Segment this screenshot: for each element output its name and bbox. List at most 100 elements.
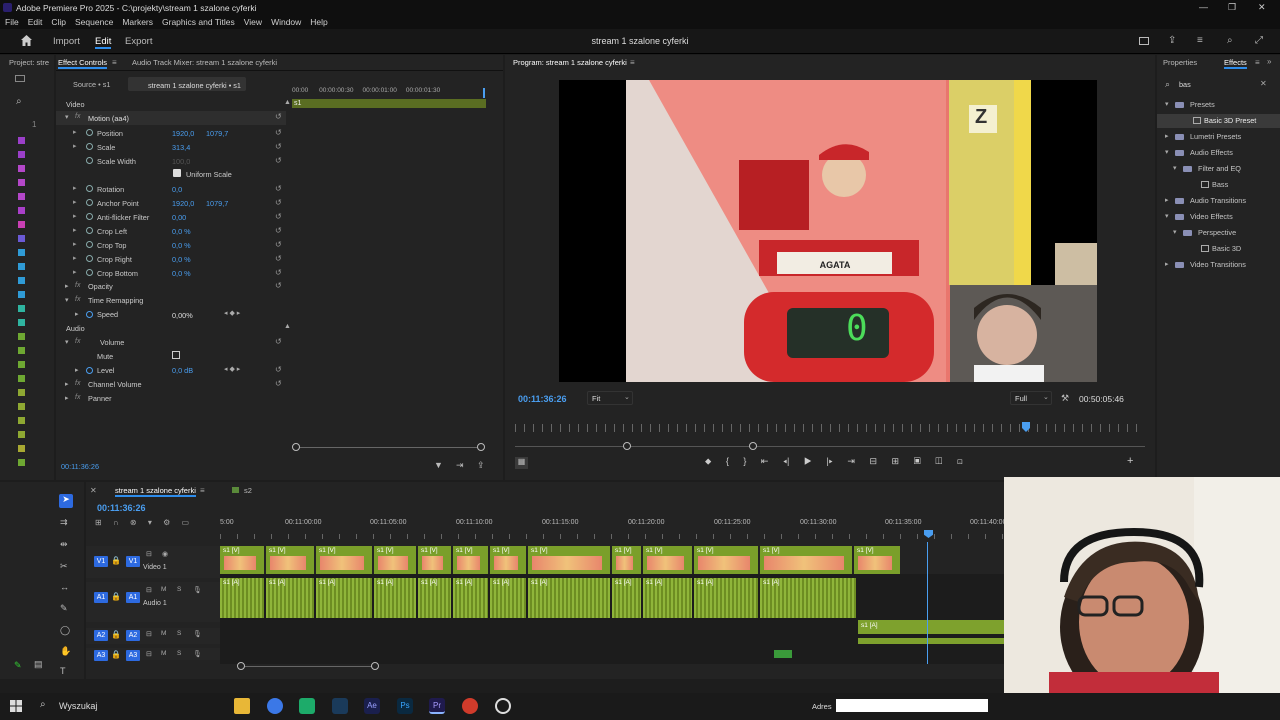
- stopwatch-icon[interactable]: [86, 269, 93, 276]
- expand-icon[interactable]: ▸: [65, 394, 69, 402]
- lift-icon[interactable]: ⊟: [869, 456, 877, 466]
- timeline-timecode[interactable]: 00:11:36:26: [97, 503, 146, 513]
- after-effects-icon[interactable]: Ae: [364, 698, 380, 714]
- ec-zoom-handle-left[interactable]: [292, 443, 300, 451]
- effects-tree-item[interactable]: ▸ Audio Transitions: [1157, 194, 1280, 208]
- property-value[interactable]: 0,0 %: [172, 269, 191, 278]
- expand-icon[interactable]: ▸: [1165, 132, 1169, 140]
- audio-clip[interactable]: [774, 650, 792, 658]
- expand-icon[interactable]: ▸: [73, 226, 77, 234]
- stopwatch-icon[interactable]: [86, 157, 93, 164]
- property-row-scale-width[interactable]: Scale Width 100,0 ↺: [56, 154, 346, 168]
- stopwatch-icon[interactable]: [86, 227, 93, 234]
- track-target[interactable]: A1: [126, 592, 140, 603]
- ec-zoom-handle-right[interactable]: [477, 443, 485, 451]
- property-row-crop-left[interactable]: ▸ Crop Left 0,0 % ↺: [56, 224, 346, 238]
- audio-clip[interactable]: s1 [A]: [374, 578, 416, 618]
- sync-lock-icon[interactable]: ⊟: [146, 550, 152, 558]
- audio-clip[interactable]: s1 [A]: [316, 578, 372, 618]
- expand-icon[interactable]: ▾: [65, 296, 69, 304]
- mute-toggle[interactable]: M: [161, 630, 166, 637]
- reset-icon[interactable]: ↺: [275, 254, 282, 263]
- step-back-icon[interactable]: ◂|: [783, 456, 789, 466]
- panner-label[interactable]: Panner: [88, 394, 112, 403]
- menu-graphics-and-titles[interactable]: Graphics and Titles: [162, 17, 235, 27]
- time-remapping-label[interactable]: Time Remapping: [88, 296, 143, 305]
- steam-icon[interactable]: [332, 698, 348, 714]
- solo-toggle[interactable]: S: [177, 630, 181, 637]
- opacity-label[interactable]: Opacity: [88, 282, 113, 291]
- zoom-handle-right[interactable]: [749, 442, 757, 450]
- audio-clip[interactable]: s1 [A]: [612, 578, 641, 618]
- quality-dropdown[interactable]: Full ⌄: [1010, 391, 1052, 405]
- lock-icon[interactable]: 🔒: [111, 630, 121, 639]
- collapse-icon[interactable]: ▾: [1165, 212, 1169, 220]
- audio-clip[interactable]: s1 [A]: [694, 578, 758, 618]
- effects-tree-item[interactable]: ▾ Presets: [1157, 98, 1280, 112]
- reset-icon[interactable]: ↺: [275, 281, 282, 290]
- track-select-icon[interactable]: ⇉: [60, 517, 72, 529]
- video-clip[interactable]: s1 [V]: [528, 546, 610, 574]
- extract-icon[interactable]: ⊞: [892, 456, 900, 466]
- video-clip[interactable]: s1 [V]: [316, 546, 372, 574]
- play-icon[interactable]: ▶: [804, 456, 812, 466]
- collapse-icon[interactable]: ▾: [1173, 228, 1177, 236]
- timeline-zoom-right[interactable]: [371, 662, 379, 670]
- app-icon[interactable]: [462, 698, 478, 714]
- effects-tree-item[interactable]: Bass: [1157, 178, 1280, 192]
- sync-lock-icon[interactable]: ⊟: [146, 630, 152, 638]
- linked-icon[interactable]: ⊗: [130, 518, 137, 527]
- tab-export[interactable]: Export: [125, 36, 152, 47]
- stopwatch-icon[interactable]: [86, 143, 93, 150]
- panel-menu-icon[interactable]: ≡: [630, 58, 635, 67]
- video-clip[interactable]: s1 [V]: [643, 546, 692, 574]
- text-tool-icon[interactable]: T: [60, 666, 72, 678]
- ripple-edit-icon[interactable]: ⇹: [60, 539, 72, 551]
- effects-search-input[interactable]: bas: [1179, 80, 1191, 89]
- audio-clip[interactable]: s1 [A]: [760, 578, 856, 618]
- expand-icon[interactable]: ▸: [73, 128, 77, 136]
- track-header-v1[interactable]: V1 🔒 V1 ⊟ ◉ Video 1: [86, 546, 220, 578]
- property-value[interactable]: 0,00: [172, 213, 186, 222]
- effects-tree-item[interactable]: ▾ Filter and EQ: [1157, 162, 1280, 176]
- ellipse-icon[interactable]: ◯: [60, 625, 72, 637]
- property-value-2[interactable]: 1079,7: [206, 129, 228, 138]
- collapse-icon[interactable]: ▾: [1165, 148, 1169, 156]
- audio-clip[interactable]: s1 [A]: [220, 578, 264, 618]
- eye-icon[interactable]: ◉: [162, 550, 168, 558]
- close-icon[interactable]: ✕: [1258, 2, 1266, 13]
- premiere-icon[interactable]: Pr: [429, 698, 445, 714]
- video-clip[interactable]: s1 [V]: [266, 546, 314, 574]
- menu-clip[interactable]: Clip: [51, 17, 66, 27]
- panel-menu-icon[interactable]: ≡: [200, 486, 205, 495]
- expand-icon[interactable]: ▸: [73, 198, 77, 206]
- property-row-crop-top[interactable]: ▸ Crop Top 0,0 % ↺: [56, 238, 346, 252]
- collapse-icon[interactable]: ▾: [1165, 100, 1169, 108]
- label-color-swatch[interactable]: [18, 417, 25, 424]
- ec-clip-bar[interactable]: [292, 99, 486, 108]
- track-header-a1[interactable]: A1 🔒 A1 ⊟ M S 🎙 Audio 1: [86, 582, 220, 622]
- video-clip[interactable]: s1 [V]: [854, 546, 900, 574]
- expand-icon[interactable]: ▸: [73, 254, 77, 262]
- reset-icon[interactable]: ↺: [275, 212, 282, 221]
- property-row-anchor-point[interactable]: ▸ Anchor Point 1920,0 1079,7 ↺: [56, 196, 346, 210]
- expand-icon[interactable]: ▸: [75, 310, 79, 318]
- minimize-icon[interactable]: —: [1199, 2, 1208, 12]
- tab-properties[interactable]: Properties: [1163, 58, 1197, 67]
- solo-toggle[interactable]: S: [177, 586, 181, 593]
- video-clip[interactable]: s1 [V]: [694, 546, 758, 574]
- restore-icon[interactable]: ❐: [1228, 2, 1236, 13]
- expand-icon[interactable]: ▸: [73, 240, 77, 248]
- uniform-scale-checkbox[interactable]: [173, 169, 181, 177]
- menu-help[interactable]: Help: [310, 17, 327, 27]
- chrome-icon[interactable]: [267, 698, 283, 714]
- pen-green-icon[interactable]: ✎: [14, 660, 22, 671]
- reset-icon[interactable]: ↺: [275, 365, 282, 374]
- reset-icon[interactable]: ↺: [275, 226, 282, 235]
- reset-icon[interactable]: ↺: [275, 198, 282, 207]
- expand-icon[interactable]: ▸: [73, 184, 77, 192]
- more-panels-icon[interactable]: »: [1267, 57, 1271, 66]
- export-frame-icon[interactable]: ⇪: [477, 460, 485, 471]
- tab-sequence-1[interactable]: stream 1 szalone cyferki: [115, 486, 196, 497]
- property-row-crop-right[interactable]: ▸ Crop Right 0,0 % ↺: [56, 252, 346, 266]
